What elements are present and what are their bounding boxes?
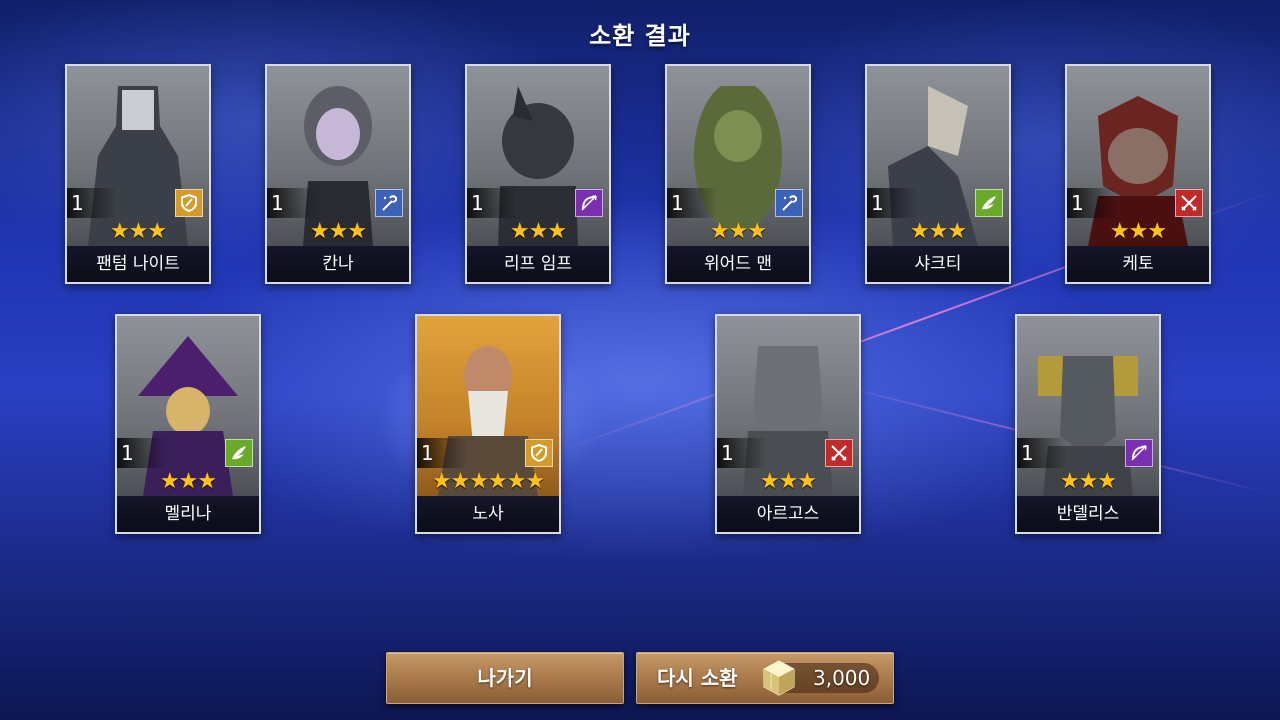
crossed-swords-icon <box>825 439 853 467</box>
summon-again-button[interactable]: 다시 소환 3,000 <box>636 652 894 704</box>
hero-card[interactable]: 1 ★★★ 반델리스 <box>1015 314 1161 534</box>
staff-icon <box>375 189 403 217</box>
hero-star-rating: ★★★ <box>909 219 967 244</box>
hero-card[interactable]: 1 ★★★ 케토 <box>1065 64 1211 284</box>
summon-again-label: 다시 소환 <box>657 666 738 690</box>
hero-level: 1 <box>267 188 317 218</box>
hero-portrait: 1 ★★★ <box>1067 66 1209 246</box>
hero-star-rating: ★★★ <box>159 469 217 494</box>
hero-name: 샤크티 <box>867 246 1009 282</box>
screen-title: 소환 결과 <box>589 22 691 50</box>
hero-level: 1 <box>467 188 517 218</box>
hero-star-rating: ★★★ <box>1059 469 1117 494</box>
hero-star-rating: ★★★★★★ <box>431 469 545 494</box>
hero-card[interactable]: 1 ★★★ 아르고스 <box>715 314 861 534</box>
hero-portrait: 1 ★★★ <box>267 66 409 246</box>
staff-icon <box>775 189 803 217</box>
hero-portrait: 1 ★★★ <box>667 66 809 246</box>
exit-button[interactable]: 나가기 <box>386 652 624 704</box>
hero-level: 1 <box>1067 188 1117 218</box>
crossed-swords-icon <box>1175 189 1203 217</box>
hero-card[interactable]: 1 ★★★ 팬텀 나이트 <box>65 64 211 284</box>
bow-icon <box>1125 439 1153 467</box>
hero-portrait: 1 ★★★ <box>467 66 609 246</box>
hero-name: 멜리나 <box>117 496 259 532</box>
hero-level: 1 <box>417 438 467 468</box>
hero-card[interactable]: 1 ★★★★★★ 노사 <box>415 314 561 534</box>
hero-name: 칸나 <box>267 246 409 282</box>
hero-name: 리프 임프 <box>467 246 609 282</box>
hero-level: 1 <box>67 188 117 218</box>
hero-star-rating: ★★★ <box>709 219 767 244</box>
hero-card[interactable]: 1 ★★★ 리프 임프 <box>465 64 611 284</box>
hero-portrait: 1 ★★★ <box>867 66 1009 246</box>
hero-name: 반델리스 <box>1017 496 1159 532</box>
hero-name: 아르고스 <box>717 496 859 532</box>
shield-icon <box>525 439 553 467</box>
hero-name: 케토 <box>1067 246 1209 282</box>
hero-card[interactable]: 1 ★★★ 칸나 <box>265 64 411 284</box>
hero-star-rating: ★★★ <box>309 219 367 244</box>
wing-icon <box>975 189 1003 217</box>
hero-level: 1 <box>667 188 717 218</box>
bow-icon <box>575 189 603 217</box>
hero-star-rating: ★★★ <box>109 219 167 244</box>
hero-name: 위어드 맨 <box>667 246 809 282</box>
hero-star-rating: ★★★ <box>509 219 567 244</box>
hero-portrait: 1 ★★★ <box>717 316 859 496</box>
hero-level: 1 <box>717 438 767 468</box>
hero-level: 1 <box>867 188 917 218</box>
exit-button-label: 나가기 <box>477 666 533 690</box>
hero-star-rating: ★★★ <box>1109 219 1167 244</box>
hero-portrait: 1 ★★★ <box>67 66 209 246</box>
hero-level: 1 <box>117 438 167 468</box>
hero-star-rating: ★★★ <box>759 469 817 494</box>
hero-card[interactable]: 1 ★★★ 샤크티 <box>865 64 1011 284</box>
hero-level: 1 <box>1017 438 1067 468</box>
hero-name: 노사 <box>417 496 559 532</box>
hero-card[interactable]: 1 ★★★ 멜리나 <box>115 314 261 534</box>
hero-card[interactable]: 1 ★★★ 위어드 맨 <box>665 64 811 284</box>
hero-portrait: 1 ★★★★★★ <box>417 316 559 496</box>
hero-name: 팬텀 나이트 <box>67 246 209 282</box>
hero-portrait: 1 ★★★ <box>1017 316 1159 496</box>
wing-icon <box>225 439 253 467</box>
crystal-cube-icon <box>763 660 795 696</box>
hero-portrait: 1 ★★★ <box>117 316 259 496</box>
summon-cost: 3,000 <box>813 666 871 690</box>
shield-icon <box>175 189 203 217</box>
